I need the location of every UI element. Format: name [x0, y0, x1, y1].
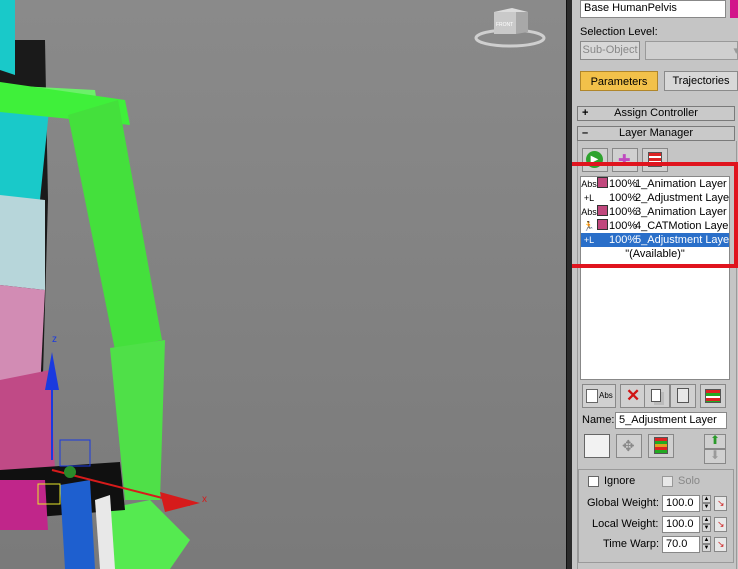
- copy-icon: [651, 389, 661, 402]
- add-layer-badge: Abs: [599, 391, 613, 400]
- object-name-field[interactable]: Base HumanPelvis: [580, 0, 726, 18]
- time-warp-field[interactable]: 70.0: [662, 536, 700, 553]
- gizmo-x-label: x: [202, 494, 207, 505]
- collapse-layer-icon: [705, 389, 721, 403]
- delete-layer-button[interactable]: ✕: [620, 384, 646, 408]
- paste-icon: [677, 388, 689, 403]
- sub-object-button[interactable]: Sub-Object: [580, 41, 640, 60]
- global-weight-label: Global Weight:: [587, 497, 659, 509]
- copy-layer-button[interactable]: [644, 384, 670, 408]
- move-icon: ✥: [622, 438, 635, 455]
- curve-icon: ↘: [717, 498, 725, 508]
- bake-icon: [654, 437, 668, 454]
- ignore-checkbox[interactable]: [588, 476, 599, 487]
- global-weight-field[interactable]: 100.0: [662, 495, 700, 512]
- layer-name-field[interactable]: 5_Adjustment Layer: [615, 412, 727, 429]
- solo-label: Solo: [678, 475, 701, 487]
- gizmo-center: [64, 466, 76, 478]
- collapse-minus-icon: –: [582, 127, 589, 139]
- time-warp-spinner[interactable]: ▲ ▼: [702, 536, 711, 553]
- add-layer-button[interactable]: Abs: [582, 384, 616, 408]
- transform-node-button[interactable]: ✥: [616, 434, 642, 458]
- move-layer-up-button[interactable]: ⬆: [704, 433, 726, 449]
- arrow-up-icon: ⬆: [710, 433, 721, 447]
- character-cyan-top: [0, 0, 15, 75]
- local-weight-label: Local Weight:: [592, 518, 659, 530]
- character-pelvis-magenta: [0, 480, 48, 530]
- rollout-layer-manager-title: Layer Manager: [619, 127, 693, 139]
- tab-parameters[interactable]: Parameters: [580, 71, 658, 91]
- local-weight-field[interactable]: 100.0: [662, 516, 700, 533]
- name-label: Name:: [582, 414, 615, 426]
- rollout-assign-controller-title: Assign Controller: [614, 107, 698, 119]
- time-warp-curve-button[interactable]: ↘: [714, 537, 727, 552]
- viewcube-side: [516, 12, 528, 34]
- gizmo-x-arrow: [160, 492, 200, 512]
- tab-trajectories[interactable]: Trajectories: [664, 71, 738, 91]
- arrow-down-icon: ⬇: [710, 448, 721, 462]
- ignore-label: Ignore: [604, 475, 636, 487]
- global-weight-curve-button[interactable]: ↘: [714, 496, 727, 511]
- solo-checkbox[interactable]: [662, 476, 673, 487]
- viewcube-label: FRONT: [496, 22, 513, 28]
- selection-level-label: Selection Level:: [580, 26, 658, 38]
- move-layer-down-button[interactable]: ⬇: [704, 448, 726, 464]
- viewport-scene: z x FRONT: [0, 0, 546, 569]
- expand-plus-icon: +: [582, 107, 589, 119]
- curve-icon: ↘: [717, 519, 725, 529]
- local-weight-spinner[interactable]: ▲ ▼: [702, 516, 711, 533]
- gizmo-z-label: z: [52, 334, 57, 345]
- delete-icon: ✕: [626, 386, 641, 405]
- object-color-swatch[interactable]: [730, 0, 738, 18]
- rollout-layer-manager[interactable]: – Layer Manager: [577, 126, 735, 141]
- add-layer-icon: [586, 389, 598, 403]
- layer-color-button[interactable]: [584, 434, 610, 458]
- curve-icon: ↘: [717, 539, 725, 549]
- local-weight-curve-button[interactable]: ↘: [714, 517, 727, 532]
- chevron-down-icon: ▾: [733, 45, 738, 57]
- command-panel: Base HumanPelvis Selection Level: Sub-Ob…: [572, 0, 738, 569]
- character-light-part: [0, 195, 45, 290]
- paste-layer-button[interactable]: [670, 384, 696, 408]
- bake-layer-button[interactable]: [648, 434, 674, 458]
- rollout-assign-controller[interactable]: + Assign Controller: [577, 106, 735, 121]
- collapse-layer-button[interactable]: [700, 384, 726, 408]
- character-upper-arm-b: [68, 100, 162, 350]
- viewport[interactable]: z x FRONT: [0, 0, 566, 569]
- time-warp-label: Time Warp:: [603, 538, 660, 550]
- gizmo-plane-2: [59, 439, 91, 467]
- character-pelvis-blue: [60, 480, 95, 569]
- sub-object-dropdown[interactable]: ▾: [645, 41, 738, 60]
- global-weight-spinner[interactable]: ▲ ▼: [702, 495, 711, 512]
- highlight-box: [572, 162, 738, 268]
